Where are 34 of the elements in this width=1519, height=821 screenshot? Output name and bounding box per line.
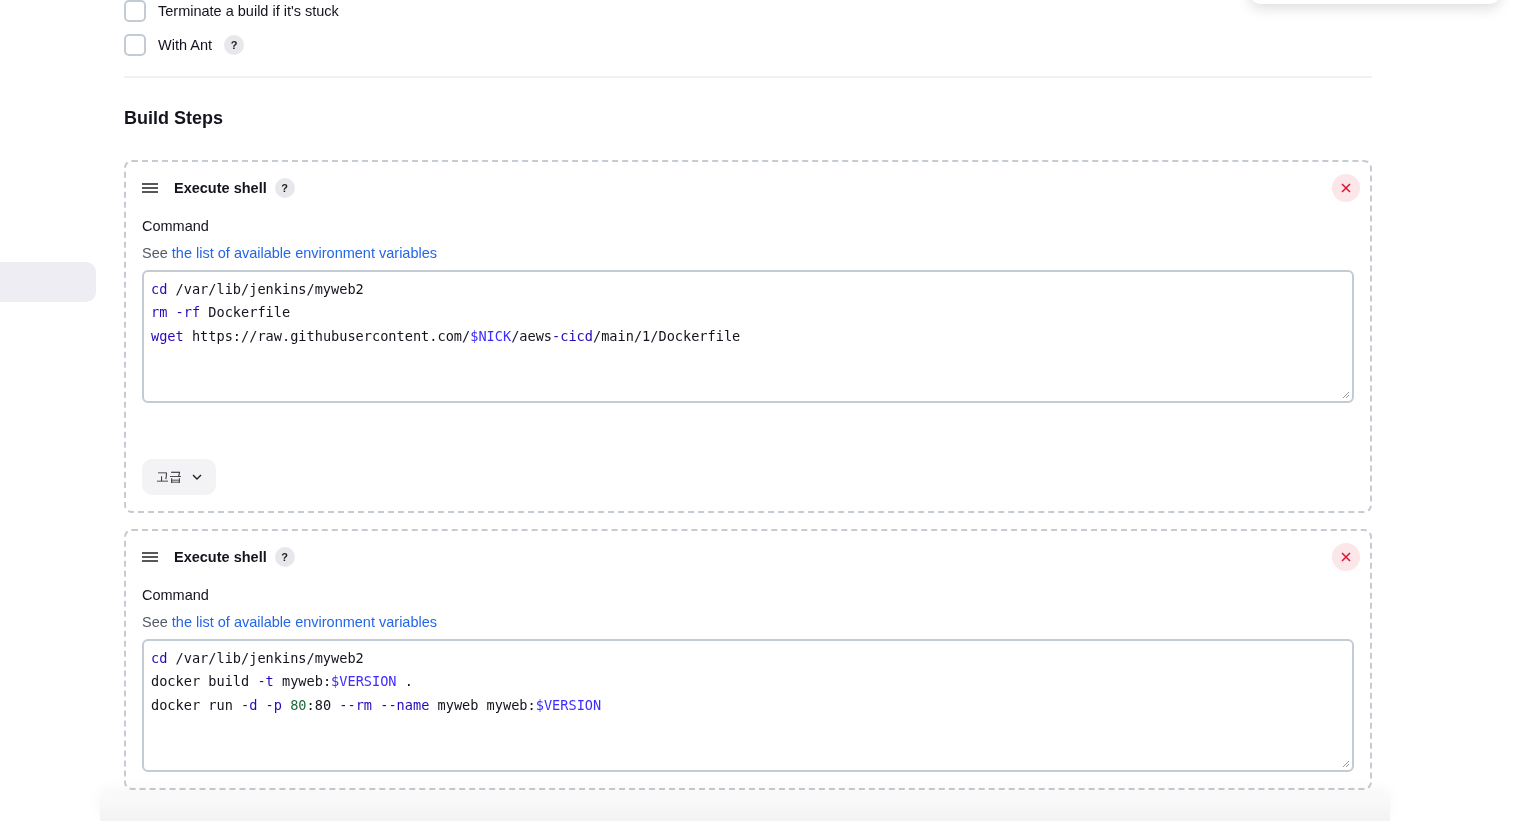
- field-label: Command: [142, 218, 210, 234]
- drag-handle-icon[interactable]: [142, 183, 158, 193]
- code-editor[interactable]: cd /var/lib/jenkins/myweb2 rm -rf Dockerfile wget https://raw.githubusercontent.com/$NICK/aews-cicd/main/1/Dockerfile: [142, 270, 1354, 403]
- drag-handle-icon[interactable]: [142, 552, 158, 562]
- resize-grip-icon[interactable]: [1342, 760, 1350, 768]
- option-label: With Ant: [158, 37, 212, 53]
- checkbox[interactable]: [124, 34, 146, 56]
- chevron-down-icon: [192, 474, 202, 480]
- code-line: rm -rf Dockerfile: [151, 303, 292, 323]
- code-editor[interactable]: cd /var/lib/jenkins/myweb2 docker build -t myweb:$VERSION . docker run -d -p 80:80 --rm --name myweb myweb:$VERSION: [142, 639, 1354, 772]
- env-variables-link[interactable]: the list of available environment variables: [171, 245, 437, 261]
- step-title: Execute shell: [174, 549, 267, 565]
- code-line: docker build -t myweb:$VERSION .: [151, 672, 414, 692]
- checkbox[interactable]: [124, 0, 146, 22]
- code-line: wget https://raw.githubusercontent.com/$NICK/aews-cicd/main/1/Dockerfile: [151, 326, 742, 346]
- code-line: cd /var/lib/jenkins/myweb2: [151, 649, 365, 668]
- hint-text: See the list of available environment variables: [142, 614, 438, 630]
- help-icon[interactable]: ?: [274, 547, 295, 567]
- close-icon: [1341, 552, 1351, 562]
- field-label: Command: [142, 587, 210, 603]
- code-line: cd /var/lib/jenkins/myweb2: [151, 280, 365, 299]
- delete-button[interactable]: [1332, 174, 1360, 202]
- hint-text: See the list of available environment variables: [142, 245, 438, 261]
- env-variables-link[interactable]: the list of available environment variables: [171, 614, 437, 630]
- advanced-button[interactable]: 고급: [142, 459, 216, 495]
- help-icon[interactable]: ?: [224, 35, 244, 55]
- close-icon: [1341, 183, 1351, 193]
- code-line: docker run -d -p 80:80 --rm --name myweb myweb:$VERSION: [151, 695, 603, 715]
- section-title: Build Steps: [124, 108, 224, 129]
- step-title: Execute shell: [174, 180, 267, 196]
- help-icon[interactable]: ?: [274, 178, 295, 198]
- resize-grip-icon[interactable]: [1342, 391, 1350, 399]
- delete-button[interactable]: [1332, 543, 1360, 571]
- option-label: Terminate a build if it's stuck: [158, 3, 339, 19]
